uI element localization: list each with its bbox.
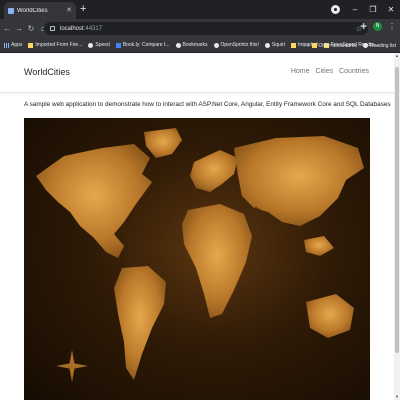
bookmark-squirt[interactable]: Squirt bbox=[264, 42, 285, 48]
reading-list[interactable]: Reading list bbox=[370, 43, 396, 49]
scroll-thumb[interactable] bbox=[395, 67, 399, 353]
toolbar-right: ✚ N ⋮ bbox=[360, 22, 396, 31]
new-tab-button[interactable]: + bbox=[80, 3, 86, 15]
star-icon bbox=[175, 42, 181, 48]
intro-text: A sample web application to demonstrate … bbox=[24, 101, 391, 108]
south-america-shape bbox=[114, 266, 166, 380]
bookmark-label: Apps bbox=[11, 42, 23, 48]
browser-toolbar: ← → ↻ ⌂ localhost:44317 ☆ ✚ N ⋮ bbox=[0, 19, 400, 38]
close-window-icon[interactable]: ✕ bbox=[382, 0, 400, 19]
compass-rose-icon bbox=[56, 350, 88, 382]
folder-icon bbox=[28, 42, 34, 48]
back-icon[interactable]: ← bbox=[2, 24, 12, 33]
nav-links: Home Cities Countries bbox=[291, 68, 369, 75]
url-host: localhost bbox=[60, 25, 84, 32]
bookmark-label: Speed bbox=[95, 42, 110, 48]
world-map-graphic bbox=[36, 128, 364, 382]
greenland-shape bbox=[144, 128, 182, 158]
bookmark-imported-from-firefox[interactable]: Imported From Fire... bbox=[28, 42, 82, 48]
bookmark-label: Squirt bbox=[271, 42, 285, 48]
bookmark-bookly[interactable]: Book.ly: Compare t... bbox=[115, 42, 170, 48]
web-icon bbox=[88, 42, 94, 48]
forward-icon[interactable]: → bbox=[14, 24, 24, 33]
profile-badge-icon[interactable] bbox=[331, 5, 340, 14]
bookmark-label: Book.ly: Compare t... bbox=[122, 42, 170, 48]
maximize-icon[interactable]: ❐ bbox=[364, 0, 382, 19]
profile-avatar[interactable]: N bbox=[373, 22, 382, 31]
page-icon bbox=[8, 7, 14, 14]
reading-list-icon bbox=[362, 43, 368, 48]
apps-icon bbox=[4, 42, 9, 48]
url-text: localhost:44317 bbox=[60, 26, 102, 32]
chevron-more-icon[interactable]: » bbox=[307, 43, 310, 49]
window-controls: – ❐ ✕ bbox=[331, 0, 400, 19]
nav-link-countries[interactable]: Countries bbox=[339, 68, 369, 75]
site-navbar: WorldCities Home Cities Countries bbox=[0, 53, 394, 93]
europe-shape bbox=[190, 150, 238, 192]
url-port: :44317 bbox=[83, 25, 103, 32]
lock-icon[interactable] bbox=[50, 26, 55, 31]
page-viewport: WorldCities Home Cities Countries A samp… bbox=[0, 53, 394, 400]
scroll-up-icon[interactable]: ▲ bbox=[394, 53, 400, 59]
extension-puzzle-icon[interactable]: ✚ bbox=[360, 22, 367, 31]
site-brand[interactable]: WorldCities bbox=[24, 67, 70, 77]
scroll-down-icon[interactable]: ▼ bbox=[394, 394, 400, 400]
north-america-shape bbox=[36, 144, 152, 258]
world-map-image bbox=[24, 118, 370, 400]
menu-kebab-icon[interactable]: ⋮ bbox=[388, 22, 396, 31]
page-scrollbar[interactable]: ▲ ▼ bbox=[394, 53, 400, 400]
asia-shape bbox=[234, 136, 364, 226]
bookmark-apps[interactable]: Apps bbox=[4, 42, 22, 48]
bookmark-label: Imported From Fire... bbox=[35, 42, 83, 48]
australia-shape bbox=[306, 294, 354, 338]
web-icon bbox=[264, 42, 270, 48]
bookmark-label: OpenSprintz this! bbox=[220, 42, 259, 48]
bookmark-opensprintz[interactable]: OpenSprintz this! bbox=[213, 42, 259, 48]
nav-link-home[interactable]: Home bbox=[291, 68, 310, 75]
web-icon bbox=[213, 42, 219, 48]
nav-link-cities[interactable]: Cities bbox=[316, 68, 334, 75]
address-bar[interactable]: localhost:44317 ☆ bbox=[44, 22, 368, 35]
bookmark-bookmarks[interactable]: Bookmarks bbox=[175, 42, 208, 48]
close-tab-icon[interactable]: ✕ bbox=[66, 7, 72, 14]
bookmark-label: Bookmarks bbox=[182, 42, 208, 48]
bookly-icon bbox=[115, 42, 121, 48]
africa-shape bbox=[182, 204, 252, 318]
browser-tab[interactable]: WorldCities ✕ bbox=[4, 2, 76, 19]
southeast-asia-shape bbox=[304, 236, 334, 256]
other-bookmarks[interactable]: Other bookmarks bbox=[319, 43, 357, 49]
folder-icon bbox=[311, 43, 317, 48]
tab-title: WorldCities bbox=[17, 7, 48, 14]
folder-icon bbox=[290, 42, 296, 48]
browser-title-bar: WorldCities ✕ + – ❐ ✕ bbox=[0, 0, 400, 19]
reload-icon[interactable]: ↻ bbox=[26, 24, 36, 33]
bookmark-speed[interactable]: Speed bbox=[88, 42, 110, 48]
bookmarks-bar: Apps Imported From Fire... Speed Book.ly… bbox=[0, 38, 400, 53]
minimize-icon[interactable]: – bbox=[346, 0, 364, 19]
bookmarks-right: » Other bookmarks Reading list bbox=[307, 38, 396, 53]
